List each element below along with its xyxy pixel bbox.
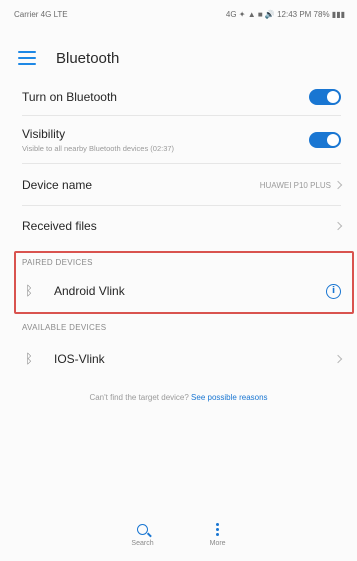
available-devices-header: AVAILABLE DEVICES	[22, 323, 107, 332]
device-name-value: HUAWEI P10 PLUS	[259, 180, 331, 190]
chevron-right-icon	[333, 221, 343, 231]
app-bar: Bluetooth	[0, 40, 357, 76]
status-bar: Carrier 4G LTE 4G ✦ ▲ ■ 🔊 12:43 PM 78% ▮…	[0, 0, 357, 28]
turn-on-bluetooth-row[interactable]: Turn on Bluetooth	[0, 82, 357, 112]
received-files-row[interactable]: Received files	[0, 210, 357, 242]
bottom-action-bar: Search More	[0, 520, 357, 554]
more-vertical-icon	[216, 522, 220, 536]
bluetooth-icon: ᛒ	[25, 351, 33, 367]
bluetooth-toggle[interactable]	[309, 89, 341, 105]
search-label: Search	[131, 540, 154, 547]
carrier-text: Carrier 4G LTE	[14, 9, 68, 19]
visibility-description: Visible to all nearby Bluetooth devices …	[22, 144, 175, 153]
help-hint: Can't find the target device? See possib…	[0, 393, 357, 402]
chevron-right-icon	[333, 354, 343, 364]
available-device-name: IOS-Vlink	[54, 352, 105, 366]
page-title: Bluetooth	[56, 49, 120, 67]
more-label: More	[209, 540, 226, 547]
bluetooth-settings-screen: Carrier 4G LTE 4G ✦ ▲ ■ 🔊 12:43 PM 78% ▮…	[0, 0, 357, 561]
possible-reasons-link[interactable]: See possible reasons	[191, 393, 268, 402]
device-name-label: Device name	[22, 178, 93, 192]
visibility-label: Visibility	[22, 127, 66, 141]
visibility-toggle[interactable]	[309, 132, 341, 148]
divider	[22, 163, 341, 164]
search-button[interactable]: Search	[131, 520, 154, 554]
visibility-row[interactable]: Visibility Visible to all nearby Bluetoo…	[0, 121, 357, 159]
hint-text: Can't find the target device?	[89, 393, 192, 402]
hamburger-menu-icon[interactable]	[18, 51, 36, 65]
turn-on-bluetooth-label: Turn on Bluetooth	[22, 90, 117, 104]
device-name-row[interactable]: Device name HUAWEI P10 PLUS	[0, 170, 357, 200]
available-device-item[interactable]: ᛒ IOS-Vlink	[0, 343, 357, 375]
search-icon	[137, 523, 149, 535]
divider	[22, 115, 341, 116]
more-button[interactable]: More	[210, 520, 226, 554]
status-indicators: 4G ✦ ▲ ■ 🔊 12:43 PM 78% ▮▮▮	[226, 10, 345, 19]
chevron-right-icon	[333, 180, 343, 190]
divider	[22, 205, 341, 206]
received-files-label: Received files	[22, 219, 97, 233]
highlight-box	[14, 251, 354, 314]
status-text: 4G ✦ ▲ ■ 🔊 12:43 PM 78% ▮▮▮	[225, 9, 345, 19]
